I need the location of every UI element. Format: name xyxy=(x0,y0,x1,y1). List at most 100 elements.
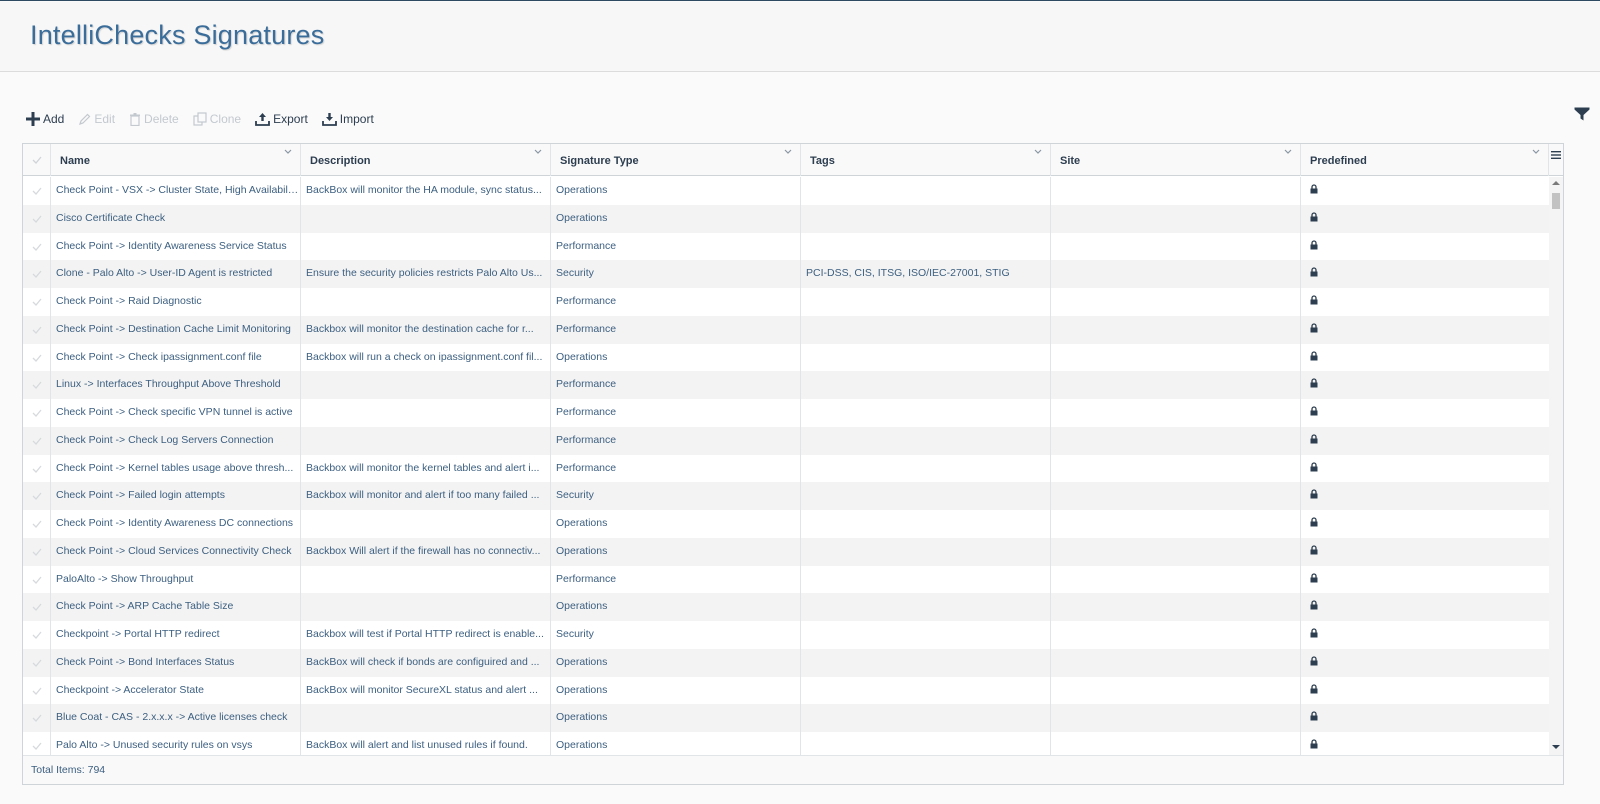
cell-description: Ensure the security policies restricts P… xyxy=(301,260,551,288)
table-row[interactable]: PaloAlto -> Show Throughput Performance xyxy=(23,565,1549,594)
checkmark-icon xyxy=(32,354,42,362)
row-checkbox[interactable] xyxy=(23,454,51,483)
delete-button[interactable]: Delete xyxy=(129,112,179,126)
row-checkbox[interactable] xyxy=(23,343,51,372)
lock-icon xyxy=(1310,267,1318,277)
export-button[interactable]: Export xyxy=(255,112,308,126)
cell-site xyxy=(1051,510,1301,538)
add-button[interactable]: Add xyxy=(26,112,64,126)
column-header-signature-type[interactable]: Signature Type xyxy=(551,144,801,176)
cell-tags xyxy=(801,232,1051,261)
chevron-down-icon[interactable] xyxy=(1034,149,1042,155)
page-title: IntelliChecks Signatures xyxy=(30,20,325,50)
column-header-tags[interactable]: Tags xyxy=(801,144,1051,176)
table-row[interactable]: Check Point -> Check Log Servers Connect… xyxy=(23,426,1549,455)
chevron-down-icon[interactable] xyxy=(284,149,292,155)
cell-tags xyxy=(801,454,1051,483)
row-checkbox[interactable] xyxy=(23,704,51,732)
table-row[interactable]: Check Point -> Bond Interfaces Status Bac… xyxy=(23,648,1549,677)
cell-predefined xyxy=(1301,732,1549,755)
table-row[interactable]: Check Point -> Identity Awareness DC con… xyxy=(23,510,1549,538)
cell-predefined xyxy=(1301,593,1549,621)
table-row[interactable]: Check Point -> Check specific VPN tunnel… xyxy=(23,399,1549,427)
cell-tags xyxy=(801,537,1051,566)
table-row[interactable]: Palo Alto -> Unused security rules on vs… xyxy=(23,732,1549,755)
table-row[interactable]: Clone - Palo Alto -> User-ID Agent is re… xyxy=(23,260,1549,288)
import-button-label: Import xyxy=(339,112,374,126)
table-row[interactable]: Linux -> Interfaces Throughput Above Thr… xyxy=(23,371,1549,399)
table-row[interactable]: Check Point -> Cloud Services Connectivi… xyxy=(23,537,1549,566)
cell-site xyxy=(1051,648,1301,677)
table-row[interactable]: Blue Coat - CAS - 2.x.x.x -> Active lice… xyxy=(23,704,1549,732)
cell-tags xyxy=(801,343,1051,372)
row-checkbox[interactable] xyxy=(23,399,51,427)
cell-signature-type: Operations xyxy=(551,676,801,705)
cell-site xyxy=(1051,593,1301,621)
scroll-down-arrow-icon[interactable] xyxy=(1552,744,1560,750)
table-row[interactable]: Check Point -> ARP Cache Table Size Opera… xyxy=(23,593,1549,621)
row-checkbox[interactable] xyxy=(23,315,51,344)
lock-icon xyxy=(1310,378,1318,388)
chevron-down-icon[interactable] xyxy=(1532,149,1540,155)
cell-predefined xyxy=(1301,427,1549,455)
cell-site xyxy=(1051,537,1301,566)
scroll-up-arrow-icon[interactable] xyxy=(1552,180,1560,186)
column-header-name[interactable]: Name xyxy=(51,144,301,176)
cell-signature-type: Security xyxy=(551,621,801,649)
row-checkbox[interactable] xyxy=(23,426,51,455)
cell-tags xyxy=(801,288,1051,316)
export-icon xyxy=(255,112,270,126)
cell-description: BackBox will check if bonds are configui… xyxy=(301,648,551,677)
table-row[interactable]: Check Point -> Identity Awareness Servic… xyxy=(23,232,1549,261)
column-menu-button[interactable] xyxy=(1549,144,1563,176)
cell-name: Check Point - VSX -> Cluster State, High… xyxy=(51,177,301,205)
row-checkbox[interactable] xyxy=(23,232,51,261)
row-checkbox[interactable] xyxy=(23,676,51,705)
table-row[interactable]: Check Point -> Failed login attempts Back… xyxy=(23,482,1549,510)
column-header-site[interactable]: Site xyxy=(1051,144,1301,176)
chevron-down-icon[interactable] xyxy=(1284,149,1292,155)
edit-button[interactable]: Edit xyxy=(78,112,115,126)
row-checkbox[interactable] xyxy=(23,621,51,649)
vertical-scrollbar[interactable] xyxy=(1549,177,1563,755)
cell-site xyxy=(1051,621,1301,649)
scrollbar-thumb[interactable] xyxy=(1552,193,1560,209)
chevron-down-icon[interactable] xyxy=(784,149,792,155)
cell-tags xyxy=(801,482,1051,510)
table-row[interactable]: Checkpoint -> Accelerator State BackBox w… xyxy=(23,676,1549,705)
cell-tags xyxy=(801,204,1051,233)
row-checkbox[interactable] xyxy=(23,537,51,566)
row-checkbox[interactable] xyxy=(23,177,51,205)
column-header-description[interactable]: Description xyxy=(301,144,551,176)
delete-button-label: Delete xyxy=(144,112,179,126)
row-checkbox[interactable] xyxy=(23,371,51,399)
select-all-checkbox[interactable] xyxy=(23,144,51,176)
table-row[interactable]: Check Point -> Destination Cache Limit M… xyxy=(23,315,1549,344)
signatures-grid: Name Description Signature Type Tags Sit… xyxy=(22,143,1564,785)
row-checkbox[interactable] xyxy=(23,648,51,677)
filter-button[interactable] xyxy=(1574,107,1590,126)
clone-button[interactable]: Clone xyxy=(193,112,241,126)
chevron-down-icon[interactable] xyxy=(534,149,542,155)
cell-signature-type: Operations xyxy=(551,510,801,538)
cell-description: Backbox Will alert if the firewall has n… xyxy=(301,537,551,566)
row-checkbox[interactable] xyxy=(23,288,51,316)
table-row[interactable]: Check Point -> Check ipassignment.conf f… xyxy=(23,343,1549,372)
cell-description: BackBox will monitor SecureXL status and… xyxy=(301,676,551,705)
table-row[interactable]: Checkpoint -> Portal HTTP redirect Backbo… xyxy=(23,621,1549,649)
checkmark-icon xyxy=(32,687,42,695)
row-checkbox[interactable] xyxy=(23,565,51,594)
row-checkbox[interactable] xyxy=(23,260,51,288)
row-checkbox[interactable] xyxy=(23,204,51,233)
row-checkbox[interactable] xyxy=(23,510,51,538)
row-checkbox[interactable] xyxy=(23,732,51,755)
table-row[interactable]: Check Point -> Raid Diagnostic Performanc… xyxy=(23,288,1549,316)
table-row[interactable]: Check Point - VSX -> Cluster State, High… xyxy=(23,177,1549,205)
import-button[interactable]: Import xyxy=(321,112,374,126)
column-header-predefined[interactable]: Predefined xyxy=(1301,144,1549,176)
table-row[interactable]: Check Point -> Kernel tables usage above… xyxy=(23,454,1549,483)
row-checkbox[interactable] xyxy=(23,482,51,510)
row-checkbox[interactable] xyxy=(23,593,51,621)
table-row[interactable]: Cisco Certificate Check Operations xyxy=(23,204,1549,233)
checkmark-icon xyxy=(32,714,42,723)
